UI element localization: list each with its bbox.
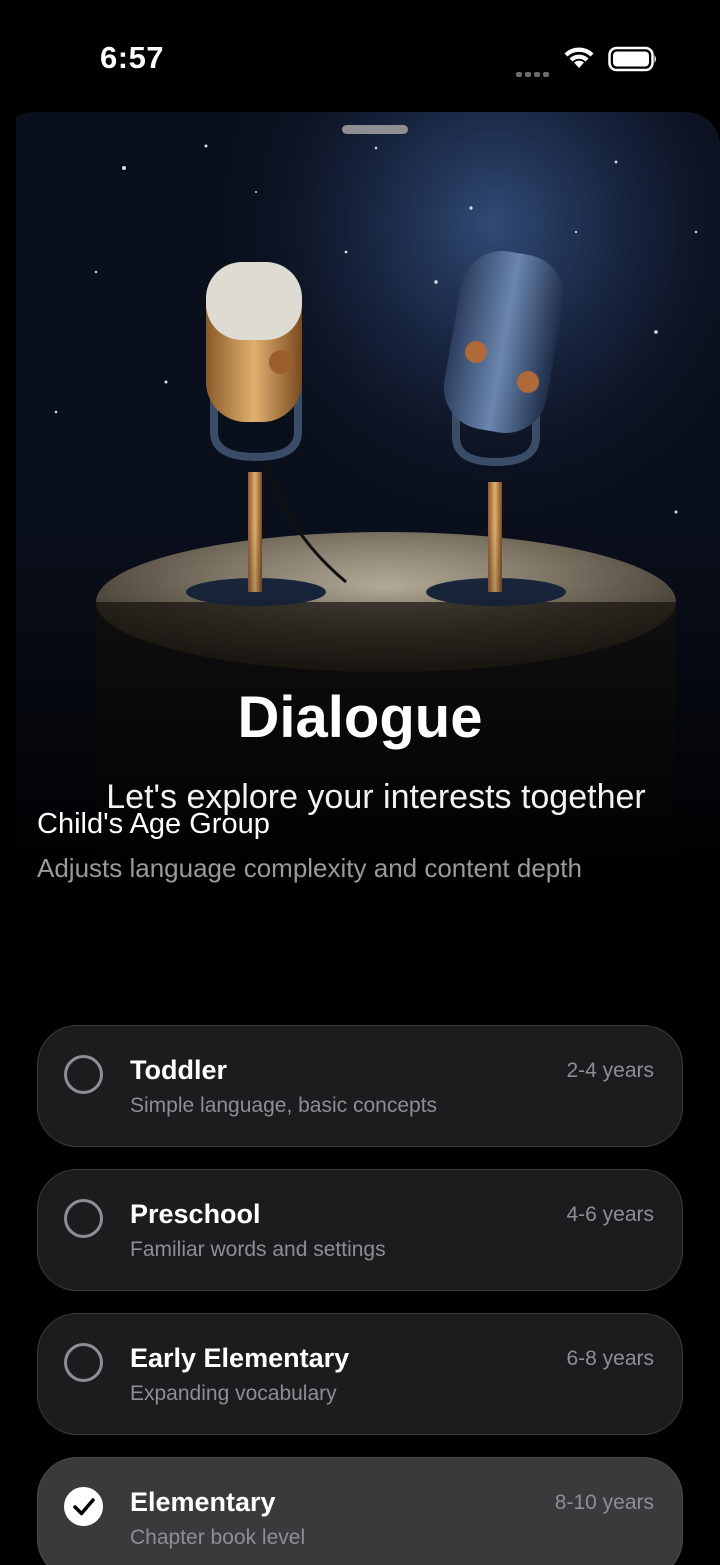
status-time: 6:57 [100,40,165,75]
option-description: Expanding vocabulary [130,1382,337,1405]
age-option-elementary[interactable]: Elementary Chapter book level 8-10 years [37,1457,683,1565]
radio-unchecked-icon [64,1055,103,1094]
option-age-range: 4-6 years [566,1203,654,1226]
option-name: Elementary [130,1487,276,1517]
page-title: Dialogue [237,685,483,750]
checkmark-circle-icon [64,1487,103,1526]
option-description: Familiar words and settings [130,1238,386,1261]
option-name: Preschool [130,1199,261,1229]
signal-dots-icon [516,64,552,82]
wifi-icon [564,47,594,68]
age-option-preschool[interactable]: Preschool Familiar words and settings 4-… [37,1169,683,1291]
option-name: Early Elementary [130,1343,350,1373]
option-description: Chapter book level [130,1526,306,1549]
sheet-grabber[interactable] [342,125,408,134]
option-name: Toddler [130,1055,227,1085]
status-bar: 6:57 [0,0,720,110]
option-age-range: 6-8 years [566,1347,654,1370]
section-title: Child's Age Group [37,808,270,840]
age-option-toddler[interactable]: Toddler Simple language, basic concepts … [37,1025,683,1147]
radio-unchecked-icon [64,1343,103,1382]
option-description: Simple language, basic concepts [130,1094,438,1117]
radio-unchecked-icon [64,1199,103,1238]
section-subtitle: Adjusts language complexity and content … [37,853,582,883]
option-age-range: 8-10 years [554,1491,654,1514]
age-option-early-elementary[interactable]: Early Elementary Expanding vocabulary 6-… [37,1313,683,1435]
battery-icon [608,46,656,72]
option-age-range: 2-4 years [566,1059,654,1082]
